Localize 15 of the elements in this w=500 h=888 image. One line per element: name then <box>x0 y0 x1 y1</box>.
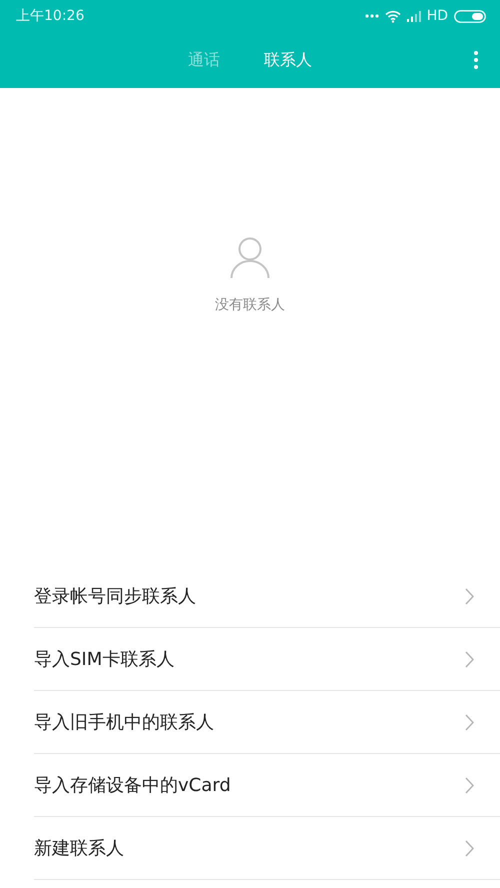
chevron-icon <box>465 588 474 604</box>
signal-icon <box>406 10 421 22</box>
person-icon <box>230 237 270 279</box>
chevron-icon <box>465 840 474 856</box>
network-type: HD <box>426 8 448 24</box>
chevron-icon <box>465 650 474 668</box>
menu-icon <box>474 51 478 69</box>
empty-message: 没有联系人 <box>215 296 285 314</box>
menu-button[interactable] <box>474 51 478 69</box>
chevron-icon <box>465 776 474 794</box>
status-time: 上午10:26 <box>16 7 84 25</box>
more-dots-icon <box>364 14 379 18</box>
chevron-icon <box>465 714 474 730</box>
wifi-icon <box>384 10 401 22</box>
battery-icon <box>454 10 486 22</box>
